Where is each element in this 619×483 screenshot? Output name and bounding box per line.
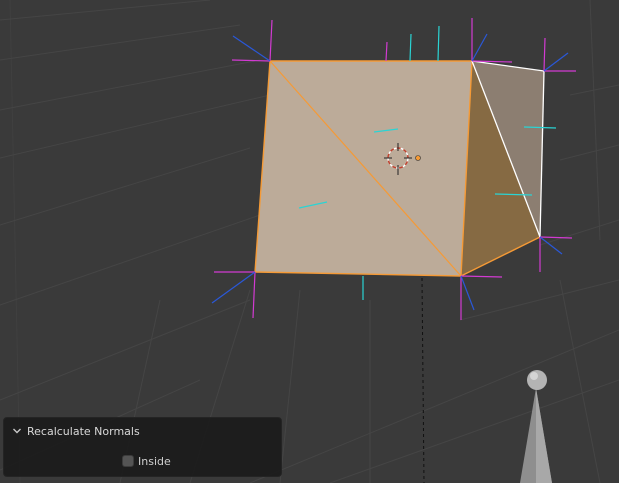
chevron-down-icon	[13, 428, 21, 434]
operator-panel-title: Recalculate Normals	[27, 424, 140, 438]
mesh-cube[interactable]	[211, 18, 576, 320]
light-object-icon[interactable]	[520, 370, 552, 483]
front-face[interactable]	[255, 61, 472, 276]
3d-viewport[interactable]	[0, 0, 619, 483]
dashed-guide-line	[421, 277, 425, 483]
inside-checkbox[interactable]: Inside	[122, 455, 171, 468]
checkbox-box[interactable]	[122, 455, 134, 467]
inside-option-row: Inside	[4, 452, 281, 470]
operator-panel-header[interactable]: Recalculate Normals	[4, 418, 281, 444]
inside-checkbox-label: Inside	[138, 454, 171, 468]
operator-redo-panel: Recalculate Normals Inside	[3, 417, 282, 477]
